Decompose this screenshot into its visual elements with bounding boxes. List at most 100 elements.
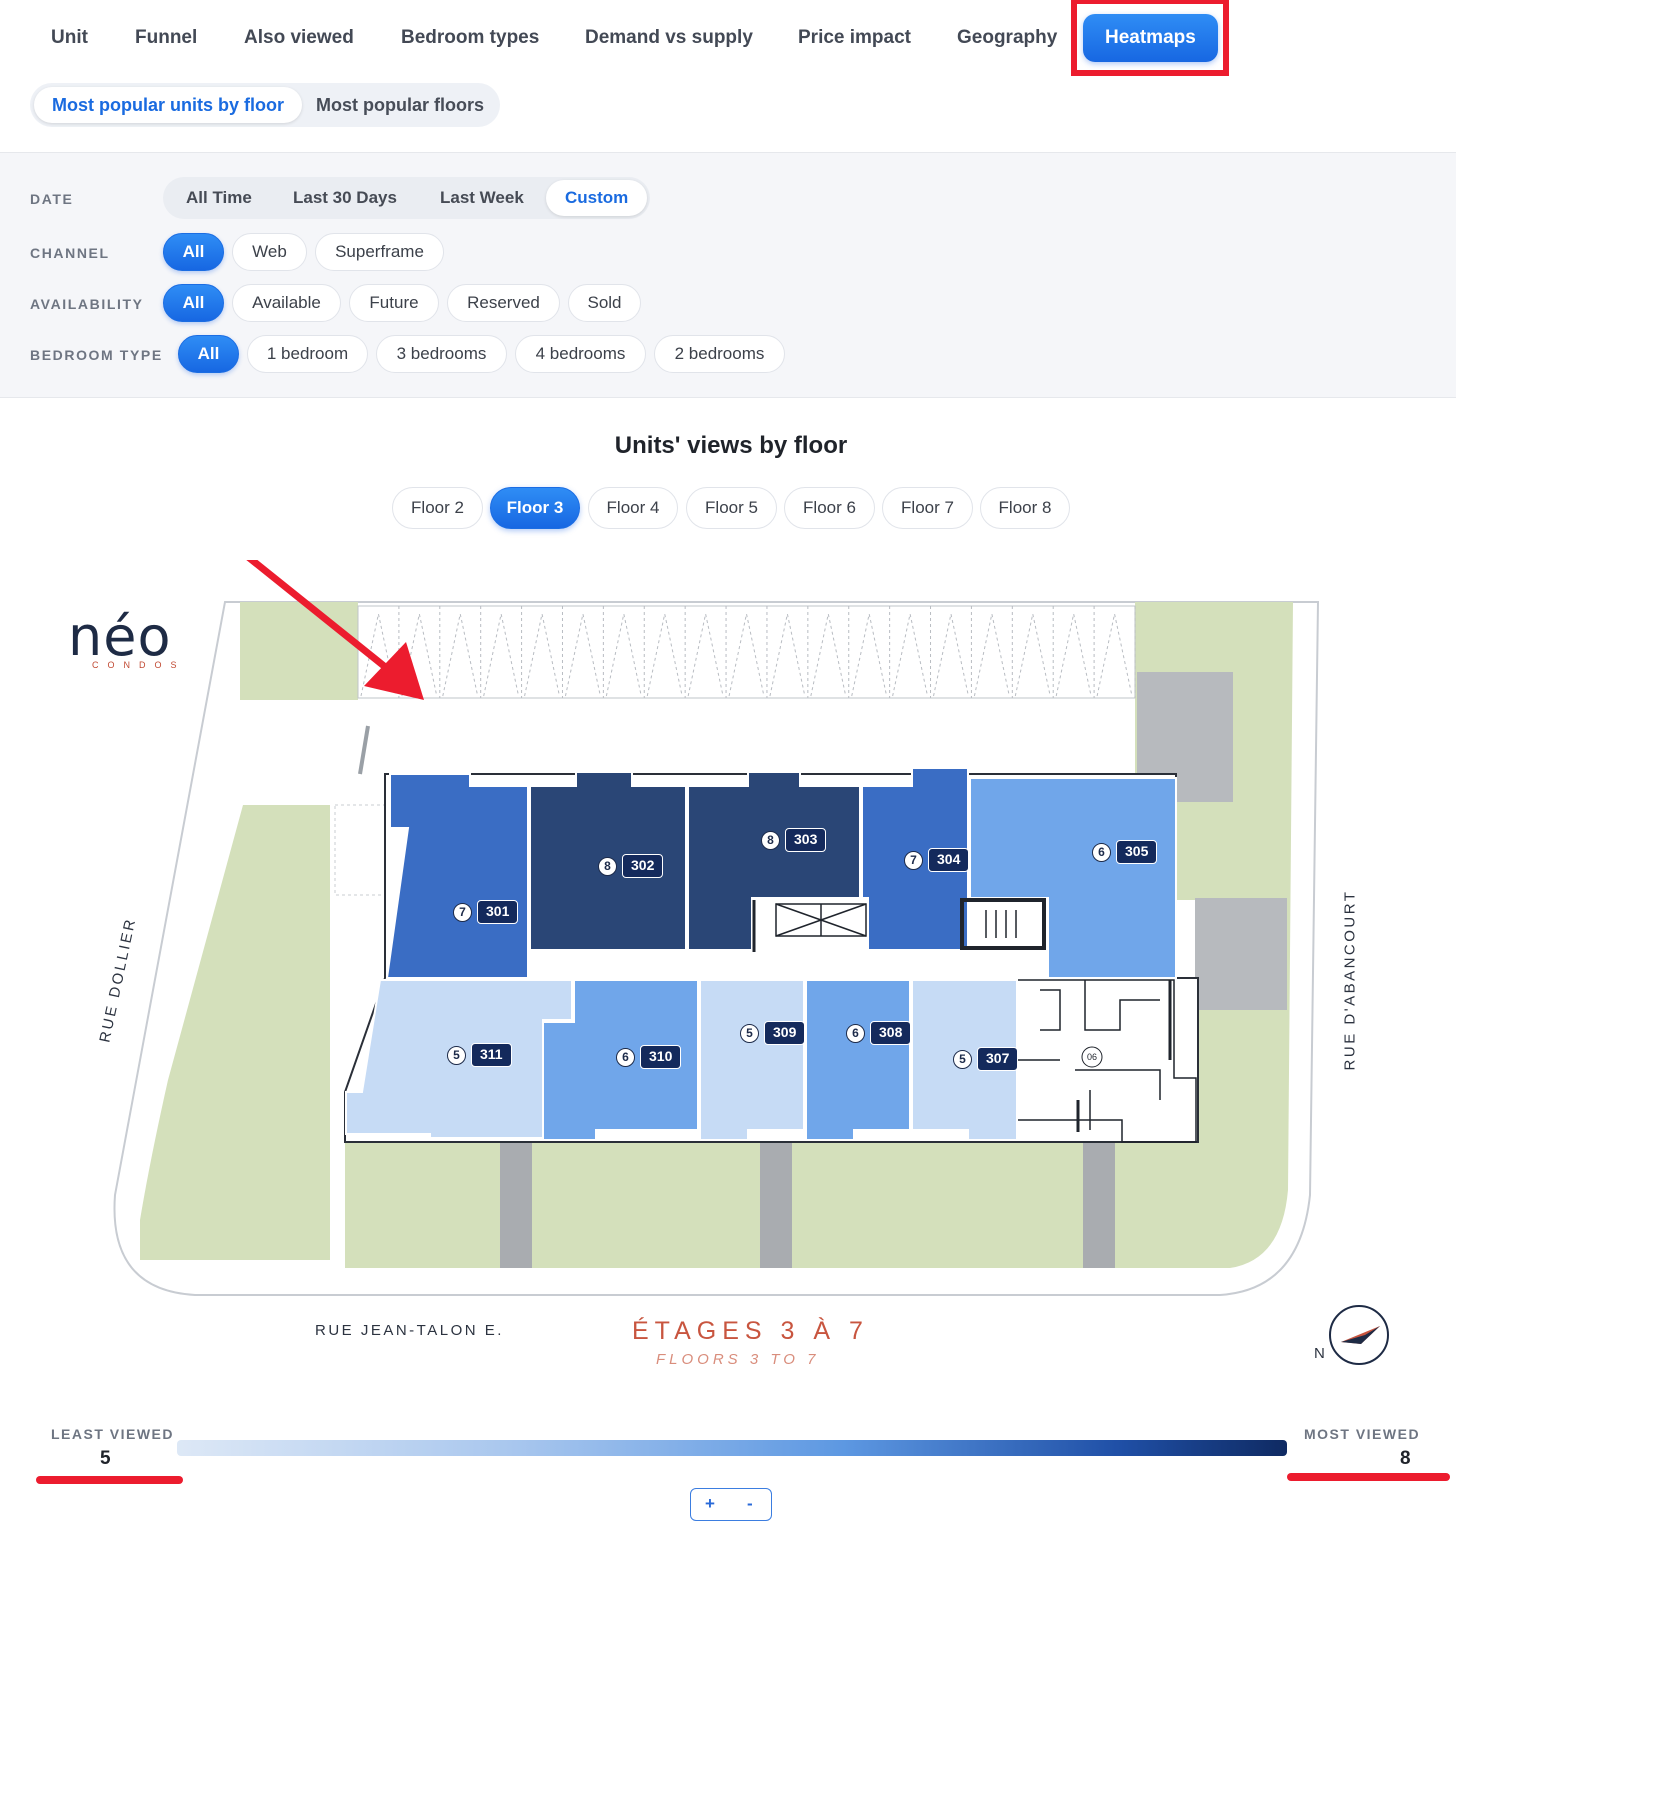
unit-number: 310: [640, 1045, 682, 1069]
availability-label: AVAILABILITY: [30, 296, 144, 312]
unit-number: 303: [785, 828, 827, 852]
most-viewed-value: 8: [1400, 1448, 1411, 1469]
unit-label-304[interactable]: 7 304: [904, 848, 970, 872]
unit-number: 305: [1116, 840, 1158, 864]
unit-number: 302: [622, 854, 664, 878]
date-label: DATE: [30, 191, 74, 207]
unit-number: 309: [764, 1021, 806, 1045]
date-custom[interactable]: Custom: [546, 180, 648, 216]
unit-views-count: 8: [598, 856, 617, 876]
tab-geography[interactable]: Geography: [957, 14, 1057, 62]
unit-label-308[interactable]: 6 308: [846, 1021, 912, 1045]
heatmap-title: Units' views by floor: [614, 432, 848, 459]
unit-label-301[interactable]: 7 301: [453, 900, 519, 924]
annotation-underline-left: [36, 1476, 183, 1484]
channel-all[interactable]: All: [163, 233, 224, 271]
unit-views-count: 6: [846, 1023, 865, 1043]
floors-subtitle: FLOORS 3 TO 7: [656, 1351, 820, 1368]
tab-price-impact[interactable]: Price impact: [798, 14, 911, 62]
unit-label-310[interactable]: 6 310: [616, 1045, 682, 1069]
green-area-nw: [240, 602, 358, 700]
availability-reserved[interactable]: Reserved: [447, 284, 560, 322]
walkway-3: [1083, 1142, 1115, 1268]
bedroom-4[interactable]: 4 bedrooms: [515, 335, 646, 373]
availability-future[interactable]: Future: [349, 284, 439, 322]
unit-301-shape[interactable]: [385, 773, 529, 979]
unit-label-307[interactable]: 5 307: [953, 1047, 1019, 1071]
zoom-control: + -: [690, 1488, 772, 1521]
tab-bedroom-types[interactable]: Bedroom types: [401, 14, 539, 62]
floor-plan-map: 06 7 301 8 302 8 303 7 304 6 305 5 311 6 310 53…: [0, 560, 1456, 1400]
channel-web[interactable]: Web: [232, 233, 307, 271]
logo-subtitle: CONDOS: [92, 660, 186, 670]
floor-8-button[interactable]: Floor 8: [980, 487, 1070, 529]
subtab-most-popular-units[interactable]: Most popular units by floor: [34, 87, 302, 123]
tab-funnel[interactable]: Funnel: [135, 14, 197, 62]
tab-unit[interactable]: Unit: [51, 14, 88, 62]
channel-superframe[interactable]: Superframe: [315, 233, 444, 271]
street-label-east: RUE D'ABANCOURT: [1341, 889, 1359, 1071]
floor-7-button[interactable]: Floor 7: [882, 487, 973, 529]
availability-all[interactable]: All: [163, 284, 224, 322]
unit-label-309[interactable]: 5 309: [740, 1021, 806, 1045]
unit-number: 304: [928, 848, 970, 872]
floor-5-button[interactable]: Floor 5: [686, 487, 777, 529]
unit-views-count: 5: [953, 1049, 972, 1069]
least-viewed-label: LEAST VIEWED: [51, 1426, 175, 1442]
bedroom-all[interactable]: All: [178, 335, 239, 373]
tab-demand-vs-supply[interactable]: Demand vs supply: [585, 14, 753, 62]
unit-views-count: 5: [740, 1023, 759, 1043]
parking-area: [357, 605, 1136, 699]
date-segmented-control: All Time Last 30 Days Last Week Custom: [163, 177, 650, 219]
unit-06-label: 06: [1087, 1052, 1097, 1062]
walkway-1: [500, 1142, 532, 1268]
annotation-highlight-box: [1071, 0, 1229, 76]
date-last-30-days[interactable]: Last 30 Days: [293, 180, 397, 216]
bedroom-3[interactable]: 3 bedrooms: [376, 335, 507, 373]
least-viewed-value: 5: [100, 1448, 111, 1469]
subtab-most-popular-floors[interactable]: Most popular floors: [316, 87, 484, 123]
bedroom-1[interactable]: 1 bedroom: [247, 335, 368, 373]
zoom-in-button[interactable]: +: [705, 1494, 715, 1514]
channel-label: CHANNEL: [30, 245, 110, 261]
walkway-2: [760, 1142, 792, 1268]
floor-4-button[interactable]: Floor 4: [588, 487, 678, 529]
compass-north-label: N: [1314, 1345, 1325, 1362]
unit-number: 301: [477, 900, 519, 924]
top-nav: Unit Funnel Also viewed Bedroom types De…: [0, 0, 1456, 76]
unit-views-count: 7: [904, 850, 923, 870]
availability-sold[interactable]: Sold: [568, 284, 641, 322]
heatmap-gradient-scale: [177, 1440, 1287, 1456]
unit-number: 307: [977, 1047, 1019, 1071]
floor-3-button[interactable]: Floor 3: [490, 487, 580, 529]
unit-views-count: 8: [761, 830, 780, 850]
zoom-out-button[interactable]: -: [747, 1494, 753, 1514]
unit-views-count: 5: [447, 1045, 466, 1065]
date-last-week[interactable]: Last Week: [440, 180, 524, 216]
floor-2-button[interactable]: Floor 2: [392, 487, 483, 529]
filter-panel: DATE All Time Last 30 Days Last Week Cus…: [0, 152, 1456, 398]
availability-available[interactable]: Available: [232, 284, 341, 322]
date-all-time[interactable]: All Time: [186, 180, 252, 216]
unit-label-305[interactable]: 6 305: [1092, 840, 1158, 864]
unit-views-count: 6: [1092, 842, 1111, 862]
subtab-switch: Most popular units by floor Most popular…: [30, 83, 500, 127]
unit-label-311[interactable]: 5 311: [447, 1043, 512, 1067]
annotation-underline-right: [1287, 1473, 1450, 1481]
neo-logo: néo: [68, 605, 172, 668]
floor-6-button[interactable]: Floor 6: [784, 487, 875, 529]
unit-309-shape[interactable]: [699, 979, 805, 1141]
street-label-south: RUE JEAN-TALON E.: [315, 1322, 504, 1339]
unit-label-303[interactable]: 8 303: [761, 828, 827, 852]
unit-views-count: 6: [616, 1047, 635, 1067]
most-viewed-label: MOST VIEWED: [1304, 1426, 1421, 1442]
unit-number: 311: [471, 1043, 512, 1067]
unit-views-count: 7: [453, 902, 472, 922]
unit-308-shape[interactable]: [805, 979, 911, 1141]
bedroom-2[interactable]: 2 bedrooms: [654, 335, 785, 373]
tab-also-viewed[interactable]: Also viewed: [244, 14, 354, 62]
etages-title: ÉTAGES 3 À 7: [632, 1317, 869, 1345]
unit-label-302[interactable]: 8 302: [598, 854, 664, 878]
compass-icon: [1329, 1305, 1389, 1365]
unit-number: 308: [870, 1021, 912, 1045]
